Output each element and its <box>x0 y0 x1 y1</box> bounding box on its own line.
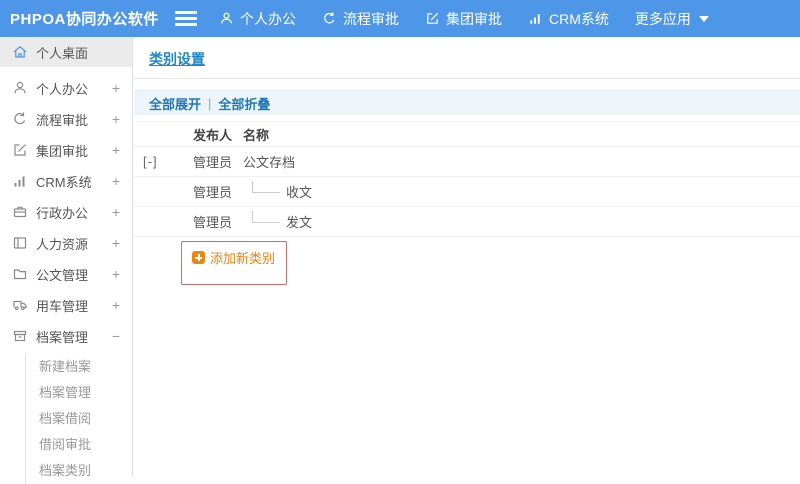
main-content: 类别设置 全部展开 | 全部折叠 发布人 名称 [-] 管理员 公文存档 管理员… <box>134 37 800 477</box>
sidebar-item-label: 行政办公 <box>36 205 89 221</box>
collapse-toggle[interactable]: [-] <box>143 154 158 169</box>
menu-icon[interactable] <box>175 11 197 26</box>
table-row: [-] 管理员 公文存档 <box>134 147 800 177</box>
nav-personal-office[interactable]: 个人办公 <box>219 9 296 29</box>
sidebar-item-label: 集团审批 <box>36 143 89 159</box>
add-category-button[interactable]: 添加新类别 <box>192 248 286 267</box>
sidebar-item-archive-mgmt[interactable]: 档案管理 − <box>0 321 132 351</box>
nav-label: 个人办公 <box>240 10 296 27</box>
sidebar-subitem-new-archive[interactable]: 新建档案 <box>26 354 132 380</box>
title-divider <box>134 78 800 79</box>
table-row: 管理员 发文 <box>134 207 800 237</box>
chart-icon <box>528 11 543 26</box>
sidebar-subitem-archive-category[interactable]: 档案类别 <box>26 458 132 484</box>
cell-category-name[interactable]: 发文 <box>286 212 312 231</box>
process-icon <box>322 11 337 26</box>
nav-label: 集团审批 <box>446 10 502 27</box>
expand-plus[interactable]: + <box>112 80 120 96</box>
cell-publisher: 管理员 <box>193 155 233 170</box>
nav-more-apps[interactable]: 更多应用 <box>635 9 709 29</box>
expand-plus[interactable]: + <box>112 297 120 313</box>
cell-category-name[interactable]: 公文存档 <box>243 152 295 171</box>
app-logo: PHPOA协同办公软件 <box>10 11 159 28</box>
sidebar-subitem-archive-mgmt[interactable]: 档案管理 <box>26 380 132 406</box>
cell-publisher: 管理员 <box>193 215 233 230</box>
header-name: 名称 <box>243 127 270 143</box>
table-header-row: 发布人 名称 <box>134 121 800 147</box>
topbar: PHPOA协同办公软件 个人办公 流程审批 集团审批 CRM系统 更多应用 <box>0 0 800 37</box>
sidebar-subnav-archive: 新建档案 档案管理 档案借阅 借阅审批 档案类别 <box>25 354 132 484</box>
plus-icon <box>192 251 205 264</box>
nav-label: 更多应用 <box>634 10 691 27</box>
sidebar-subitem-archive-borrow[interactable]: 档案借阅 <box>26 406 132 432</box>
toolbar-separator: | <box>208 95 212 111</box>
sidebar-item-label: CRM系统 <box>36 174 92 190</box>
truck-icon <box>12 297 28 313</box>
add-category-label: 添加新类别 <box>210 251 276 266</box>
nav-label: 流程审批 <box>343 10 399 27</box>
archive-icon <box>12 328 28 344</box>
cell-category-name[interactable]: 收文 <box>286 182 312 201</box>
category-table: 发布人 名称 [-] 管理员 公文存档 管理员 收文 管理员 发文 <box>134 121 800 237</box>
expand-plus[interactable]: + <box>112 235 120 251</box>
sidebar-item-admin-office[interactable]: 行政办公 + <box>0 197 132 227</box>
expand-plus[interactable]: + <box>112 266 120 282</box>
chart-icon <box>12 173 28 189</box>
sidebar-item-label: 人力资源 <box>36 236 89 252</box>
edit-icon <box>12 142 28 158</box>
sidebar-item-label: 流程审批 <box>36 112 89 128</box>
nav-process-approval[interactable]: 流程审批 <box>322 9 399 29</box>
sidebar-item-hr[interactable]: 人力资源 + <box>0 228 132 258</box>
sidebar-item-process-approval[interactable]: 流程审批 + <box>0 104 132 134</box>
nav-label: CRM系统 <box>549 10 609 27</box>
person-icon <box>12 80 28 96</box>
expand-plus[interactable]: + <box>112 111 120 127</box>
edit-icon <box>425 11 440 26</box>
tree-toolbar: 全部展开 | 全部折叠 <box>134 90 800 115</box>
briefcase-icon <box>12 204 28 220</box>
sidebar: 个人桌面 个人办公 + 流程审批 + 集团审批 + CRM系统 + 行政办公 +… <box>0 37 133 484</box>
sidebar-item-label: 个人办公 <box>36 81 89 97</box>
sidebar-item-crm[interactable]: CRM系统 + <box>0 166 132 196</box>
nav-crm-system[interactable]: CRM系统 <box>528 9 609 29</box>
sidebar-item-group-approval[interactable]: 集团审批 + <box>0 135 132 165</box>
sidebar-item-personal-office[interactable]: 个人办公 + <box>0 73 132 103</box>
sidebar-subitem-borrow-approval[interactable]: 借阅审批 <box>26 432 132 458</box>
sidebar-item-label: 档案管理 <box>36 329 89 345</box>
tree-branch-line <box>252 210 280 223</box>
caret-down-icon <box>698 15 709 22</box>
person-icon <box>219 11 234 26</box>
sidebar-item-label: 用车管理 <box>36 298 89 314</box>
expand-plus[interactable]: + <box>112 142 120 158</box>
sidebar-item-document-mgmt[interactable]: 公文管理 + <box>0 259 132 289</box>
tree-branch-line <box>252 180 280 193</box>
sidebar-item-label: 个人桌面 <box>36 45 89 61</box>
collapse-all-link[interactable]: 全部折叠 <box>218 94 270 113</box>
nav-group-approval[interactable]: 集团审批 <box>425 9 502 29</box>
home-icon <box>12 44 28 60</box>
highlight-annotation-box: 添加新类别 <box>181 241 287 285</box>
sidebar-item-vehicle-mgmt[interactable]: 用车管理 + <box>0 290 132 320</box>
cell-publisher: 管理员 <box>193 185 233 200</box>
book-icon <box>12 235 28 251</box>
sidebar-item-label: 公文管理 <box>36 267 89 283</box>
page-title: 类别设置 <box>149 51 205 67</box>
header-publisher: 发布人 <box>193 127 233 143</box>
sidebar-item-personal-desktop[interactable]: 个人桌面 <box>0 37 132 67</box>
expand-minus[interactable]: − <box>112 328 120 344</box>
top-navigation: 个人办公 流程审批 集团审批 CRM系统 更多应用 <box>219 9 709 29</box>
expand-plus[interactable]: + <box>112 173 120 189</box>
folder-icon <box>12 266 28 282</box>
process-icon <box>12 111 28 127</box>
expand-plus[interactable]: + <box>112 204 120 220</box>
expand-all-link[interactable]: 全部展开 <box>149 94 201 113</box>
table-row: 管理员 收文 <box>134 177 800 207</box>
